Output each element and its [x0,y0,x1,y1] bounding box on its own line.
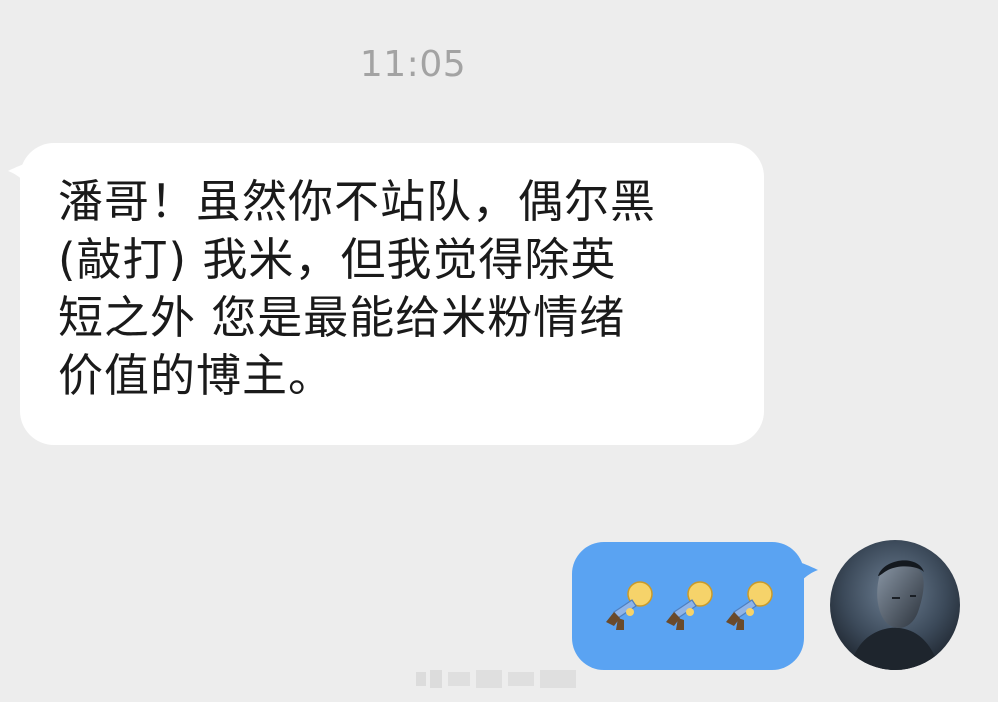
outgoing-message-bubble[interactable] [572,542,818,670]
message-timestamp: 11:05 [359,44,467,85]
bowing-figure-sticker-icon [726,581,773,630]
incoming-message-bubble[interactable]: 潘哥！虽然你不站队，偶尔黑 (敲打) 我米，但我觉得除英 短之外 您是最能给米粉… [8,143,764,445]
bubble-tail-icon [8,157,48,197]
avatar-icon [830,540,960,670]
bowing-figure-sticker-icon [606,581,653,630]
watermark-logo [416,670,576,688]
user-avatar[interactable] [830,540,960,670]
bubble-tail-icon [778,556,818,596]
incoming-message-text: 潘哥！虽然你不站队，偶尔黑 (敲打) 我米，但我觉得除英 短之外 您是最能给米粉… [58,175,657,402]
bowing-figure-sticker-icon [666,581,713,630]
